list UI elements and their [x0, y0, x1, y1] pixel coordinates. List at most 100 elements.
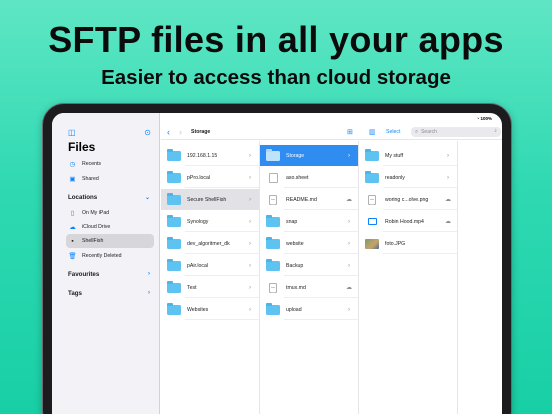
sidebar-item-recently-deleted[interactable]: 🗑 Recently Deleted	[66, 249, 154, 263]
folder-icon	[167, 236, 181, 249]
folder-icon	[365, 148, 379, 161]
file-row[interactable]: Synology ›	[161, 211, 259, 232]
row-divider	[185, 275, 259, 276]
file-name: woring c...olve.png	[385, 196, 429, 203]
file-row[interactable]: woring c...olve.png ☁	[359, 189, 457, 210]
folder-icon	[266, 236, 280, 249]
file-row[interactable]: readonly ›	[359, 167, 457, 188]
cloud-download-icon[interactable]: ☁	[346, 196, 352, 203]
file-name: Robin Hood.mp4	[385, 218, 424, 225]
file-row[interactable]: snap ›	[260, 211, 358, 232]
file-row[interactable]: foto.JPG	[359, 233, 457, 254]
ipad-screen: Mon 29 Jan ◔ 100% ◫ ⊙ Files ◷ Recents ▣ …	[52, 113, 502, 414]
section-label: Favourites	[68, 270, 100, 278]
chevron-right-icon: ›	[348, 240, 350, 247]
column-view-icon[interactable]: ▥	[369, 128, 376, 136]
folder-icon	[266, 258, 280, 271]
microphone-icon[interactable]: ♪	[494, 128, 497, 134]
sidebar-item-recents[interactable]: ◷ Recents	[66, 157, 154, 171]
sidebar-item-label: iCloud Drive	[82, 224, 111, 230]
sidebar-item-label: ShellFish	[82, 238, 104, 244]
chevron-right-icon: ›	[348, 152, 350, 159]
section-tags[interactable]: Tags ›	[68, 287, 154, 299]
cloud-download-icon[interactable]: ☁	[346, 284, 352, 291]
file-row[interactable]: Secure ShellFish ›	[161, 189, 259, 210]
sidebar-item-shared[interactable]: ▣ Shared	[66, 172, 154, 186]
file-name: My stuff	[385, 152, 404, 159]
column-storage: My stuff › readonly › woring c...olve.png ☁ Ro…	[359, 141, 458, 414]
section-locations[interactable]: Locations ⌄	[68, 191, 154, 203]
forward-icon[interactable]: ›	[179, 127, 182, 137]
file-row[interactable]: Websites ›	[161, 299, 259, 320]
sidebar-item-label: Recents	[82, 161, 102, 167]
folder-icon	[365, 170, 379, 183]
file-name: Backup	[286, 262, 304, 269]
chevron-right-icon: ›	[249, 262, 251, 269]
file-row[interactable]: pAir.local ›	[161, 255, 259, 276]
file-name: aso.sheet	[286, 174, 309, 181]
file-name: readonly	[385, 174, 405, 181]
file-name: foto.JPG	[385, 240, 406, 247]
trash-icon: 🗑	[68, 253, 77, 260]
file-row[interactable]: tmux.md ☁	[260, 277, 358, 298]
more-options-icon[interactable]: ⊙	[144, 128, 151, 137]
file-name: snap	[286, 218, 298, 225]
sidebar-item-on-my-ipad[interactable]: ▯ On My iPad	[66, 206, 154, 220]
clock-icon: ◷	[69, 161, 76, 168]
column-servers: 192.168.1.15 › pPro.local › Secure ShellFish…	[161, 141, 260, 414]
sidebar-item-label: On My iPad	[82, 210, 110, 216]
sidebar-toggle-icon[interactable]: ◫	[68, 128, 76, 137]
row-divider	[284, 275, 358, 276]
file-name: pPro.local	[187, 174, 211, 181]
file-name: README.md	[286, 196, 317, 203]
photo-thumbnail	[365, 238, 379, 249]
section-label: Tags	[68, 289, 82, 297]
back-icon[interactable]: ‹	[167, 127, 170, 137]
folder-icon	[266, 148, 280, 161]
file-row[interactable]: pPro.local ›	[161, 167, 259, 188]
folder-icon	[266, 302, 280, 315]
column-shellfish: Storage › aso.sheet README.md ☁ snap › website ›…	[260, 141, 359, 414]
sidebar-item-shellfish[interactable]: ▪ ShellFish	[66, 234, 154, 248]
file-row[interactable]: Test ›	[161, 277, 259, 298]
chevron-right-icon: ›	[348, 218, 350, 225]
search-input[interactable]: ⌕ Search ♪	[411, 127, 501, 137]
row-divider	[185, 165, 259, 166]
new-folder-icon[interactable]: ⊞	[347, 128, 353, 136]
file-row[interactable]: 192.168.1.15 ›	[161, 145, 259, 166]
row-divider	[383, 253, 457, 254]
sidebar-item-icloud-drive[interactable]: ☁ iCloud Drive	[66, 220, 154, 234]
cloud-download-icon[interactable]: ☁	[445, 196, 451, 203]
file-row[interactable]: upload ›	[260, 299, 358, 320]
section-favourites[interactable]: Favourites ›	[68, 268, 154, 280]
file-row[interactable]: aso.sheet	[260, 167, 358, 188]
document-icon	[266, 194, 280, 205]
section-label: Locations	[68, 193, 98, 201]
row-divider	[185, 231, 259, 232]
folder-icon	[167, 280, 181, 293]
file-row[interactable]: website ›	[260, 233, 358, 254]
file-name: dev_algoritmer_dk	[187, 240, 230, 247]
file-name: 192.168.1.15	[187, 152, 218, 159]
file-row[interactable]: Storage ›	[260, 145, 358, 166]
chevron-right-icon: ›	[249, 218, 251, 225]
current-folder-title[interactable]: Storage	[191, 129, 210, 135]
terminal-icon: ▪	[71, 237, 74, 245]
cloud-download-icon[interactable]: ☁	[445, 218, 451, 225]
file-row[interactable]: README.md ☁	[260, 189, 358, 210]
chevron-right-icon: ›	[447, 174, 449, 181]
file-row[interactable]: Robin Hood.mp4 ☁	[359, 211, 457, 232]
search-placeholder: Search	[421, 129, 437, 135]
file-row[interactable]: My stuff ›	[359, 145, 457, 166]
chevron-right-icon: ›	[249, 240, 251, 247]
select-button[interactable]: Select	[386, 129, 400, 135]
row-divider	[383, 209, 457, 210]
file-row[interactable]: Backup ›	[260, 255, 358, 276]
browser-toolbar: ‹ › Storage ⊞ ▥ Select ⌕ Search ♪	[161, 125, 502, 140]
chevron-right-icon: ›	[249, 152, 251, 159]
file-row[interactable]: dev_algoritmer_dk ›	[161, 233, 259, 254]
file-name: tmux.md	[286, 284, 306, 291]
folder-icon	[167, 214, 181, 227]
sidebar: ◫ ⊙ Files ◷ Recents ▣ Shared Locations ⌄…	[52, 113, 160, 414]
row-divider	[284, 253, 358, 254]
